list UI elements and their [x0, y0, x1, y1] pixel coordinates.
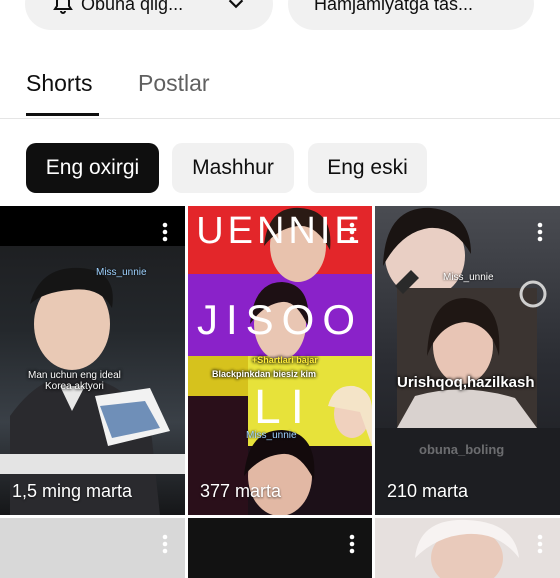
short-thumbnail[interactable]: Miss_unnie Man uchun eng ideal Korea akt…	[0, 206, 185, 515]
short-caption: +Shartlari bajar	[252, 355, 318, 365]
filter-chip-popular[interactable]: Mashhur	[172, 143, 294, 193]
short-caption: Man uchun eng ideal Korea aktyori	[28, 370, 121, 392]
active-tab-indicator	[26, 113, 99, 116]
short-caption: Blackpinkdan biesiz kim	[212, 369, 317, 379]
short-thumbnail[interactable]	[375, 518, 560, 578]
more-options-icon[interactable]	[530, 532, 550, 556]
channel-actions: Obuna qilg... Hamjamiyatga tas...	[0, 0, 560, 30]
short-thumbnail[interactable]: UENNIE JISOO LI +Shartlari bajar Blackpi…	[188, 206, 372, 515]
thumbnail-image	[0, 206, 185, 515]
view-count: 377 marta	[200, 481, 282, 501]
banner-text-bottom: LI	[253, 381, 315, 434]
faded-watermark: obuna_boling	[419, 442, 505, 457]
more-options-icon[interactable]	[342, 532, 362, 556]
more-options-icon[interactable]	[155, 532, 175, 556]
watermark: Miss_unnie	[246, 430, 297, 441]
filter-chip-latest[interactable]: Eng oxirgi	[26, 143, 159, 193]
subscribe-label: Obuna qilg...	[81, 0, 184, 14]
subscribe-button[interactable]: Obuna qilg...	[25, 0, 273, 30]
short-thumbnail[interactable]: Miss_unnie Urishqoq,hazilkash obuna_boli…	[375, 206, 560, 515]
more-options-icon[interactable]	[155, 220, 175, 244]
community-button[interactable]: Hamjamiyatga tas...	[288, 0, 534, 30]
chevron-down-icon	[228, 0, 244, 9]
community-label: Hamjamiyatga tas...	[314, 0, 474, 14]
view-count: 1,5 ming marta	[12, 481, 133, 501]
tab-shorts[interactable]: Shorts	[26, 70, 92, 97]
watermark: Miss_unnie	[96, 267, 147, 278]
banner-text-mid: JISOO	[196, 296, 364, 343]
more-options-icon[interactable]	[342, 220, 362, 244]
short-thumbnail[interactable]	[188, 518, 372, 578]
more-options-icon[interactable]	[530, 220, 550, 244]
short-caption: Urishqoq,hazilkash	[397, 374, 535, 391]
thumbnail-image	[375, 207, 560, 515]
short-thumbnail[interactable]	[0, 518, 185, 578]
channel-tabs: Shorts Postlar	[0, 58, 560, 119]
watermark: Miss_unnie	[443, 272, 494, 283]
filter-chip-oldest[interactable]: Eng eski	[308, 143, 427, 193]
view-count: 210 marta	[387, 481, 469, 501]
tab-posts[interactable]: Postlar	[138, 70, 210, 97]
bell-icon	[53, 0, 73, 14]
